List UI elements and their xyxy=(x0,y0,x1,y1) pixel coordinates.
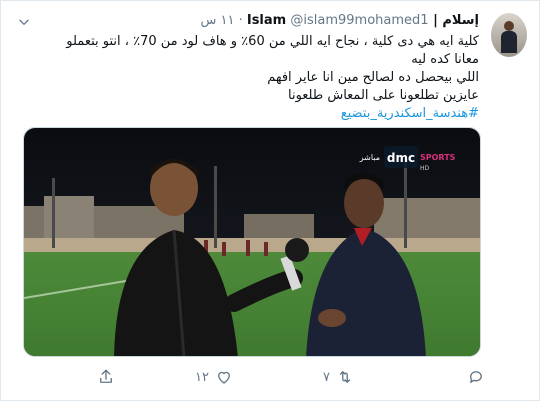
share-icon xyxy=(100,369,112,383)
channel-sports-text: SPORTS xyxy=(420,153,456,162)
reply-button[interactable] xyxy=(461,367,485,387)
tweet-media-image[interactable]: dmc SPORTS مباشر HD xyxy=(23,127,481,357)
tweet-header: إسلام | Islam @islam99mohamed1 · ١١ س xyxy=(200,13,479,28)
avatar-body xyxy=(501,31,517,53)
channel-logo-text: dmc xyxy=(387,151,415,165)
tweet-line-1: كلية ايه هي دى كلية ، نجاح ايه اللي من 6… xyxy=(66,34,479,49)
separator-dot: · xyxy=(238,13,243,28)
avatar[interactable] xyxy=(491,13,527,57)
tweet-card[interactable]: إسلام | Islam @islam99mohamed1 · ١١ س كل… xyxy=(0,0,540,401)
retweet-button[interactable]: ٧ xyxy=(323,367,354,387)
media-photo: dmc SPORTS مباشر HD xyxy=(24,128,480,356)
tweet-line-4: عايزين تطلعونا على المعاش طلعونا xyxy=(287,88,479,103)
like-button[interactable]: ١٢ xyxy=(195,367,233,387)
share-button[interactable] xyxy=(97,367,121,387)
tweet-text: كلية ايه هي دى كلية ، نجاح ايه اللي من 6… xyxy=(19,33,479,123)
tweet-actions: ١٢ ٧ xyxy=(1,363,540,391)
retweet-count: ٧ xyxy=(323,369,330,385)
avatar-head xyxy=(504,21,514,31)
handle[interactable]: @islam99mohamed1 xyxy=(290,13,428,28)
timestamp[interactable]: ١١ س xyxy=(200,13,234,28)
hashtag-link[interactable]: #هندسة_اسكندرية_بتضيع xyxy=(19,105,479,123)
reply-icon xyxy=(470,371,482,383)
heart-icon xyxy=(218,371,230,384)
like-count: ١٢ xyxy=(195,369,209,385)
chevron-down-icon[interactable] xyxy=(15,15,33,29)
channel-hd-text: HD xyxy=(420,165,430,172)
tweet-line-3: اللي بيحصل ده لصالح مين انا عاير افهم xyxy=(267,70,479,85)
retweet-icon xyxy=(339,371,351,383)
tweet-line-2: معانا كده ليه xyxy=(411,52,479,67)
channel-live-text: مباشر xyxy=(359,153,380,162)
